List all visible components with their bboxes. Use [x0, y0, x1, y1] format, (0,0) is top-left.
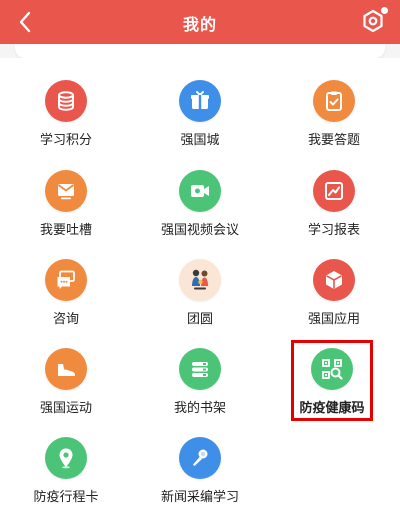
grid-item-label: 学习积分 [39, 133, 92, 148]
page-title: 我的 [182, 15, 217, 34]
sneaker-icon [45, 348, 87, 390]
family-icon [179, 259, 221, 301]
grid-item-label: 我要吐槽 [39, 223, 92, 238]
grid-item-label: 咨询 [52, 312, 79, 327]
cube-icon [313, 259, 355, 301]
clipboard-icon [313, 80, 355, 122]
grid-item-sports[interactable]: 强国运动 [6, 348, 126, 428]
grid-item-label: 我的书架 [173, 401, 226, 416]
grid-item-bookshelf[interactable]: 我的书架 [140, 348, 260, 428]
gift-box-icon [179, 80, 221, 122]
video-camera-icon [179, 170, 221, 212]
mail-icon [45, 170, 87, 212]
grid-item-label: 团圆 [186, 312, 213, 327]
qr-scan-icon [311, 348, 353, 390]
chart-icon [313, 170, 355, 212]
grid-item-label: 防疫健康码 [299, 401, 365, 416]
books-icon [179, 348, 221, 390]
notification-dot [381, 7, 388, 14]
grid-item-apps[interactable]: 强国应用 [274, 259, 394, 339]
grid-item-label: 我要答题 [307, 133, 360, 148]
settings-button[interactable] [358, 6, 388, 36]
microphone-icon [179, 437, 221, 479]
grid-item-label: 强国视频会议 [160, 223, 239, 238]
chat-icon [45, 259, 87, 301]
top-bar: 我的 [0, 0, 400, 44]
grid-item-quiz[interactable]: 我要答题 [274, 80, 394, 160]
grid-item-study-report[interactable]: 学习报表 [274, 170, 394, 250]
database-icon [45, 80, 87, 122]
grid-item-label: 防疫行程卡 [33, 490, 99, 505]
grid-item-label: 强国应用 [307, 312, 360, 327]
grid-item-label: 新闻采编学习 [160, 490, 239, 505]
grid-item-study-points[interactable]: 学习积分 [6, 80, 126, 160]
grid-item-trip-card[interactable]: 防疫行程卡 [6, 437, 126, 517]
grid-item-health-code[interactable]: 防疫健康码 [272, 348, 392, 428]
grid-item-label: 学习报表 [307, 223, 360, 238]
grid-item-reunion[interactable]: 团圆 [140, 259, 260, 339]
grid-item-label: 强国城 [180, 133, 220, 148]
grid-item-feedback[interactable]: 我要吐槽 [6, 170, 126, 250]
grid-item-news-learning[interactable]: 新闻采编学习 [140, 437, 260, 517]
location-pin-icon [45, 437, 87, 479]
grid-item-consult[interactable]: 咨询 [6, 259, 126, 339]
grid-item-mall[interactable]: 强国城 [140, 80, 260, 160]
grid-item-label: 强国运动 [39, 401, 92, 416]
grid-item-video-meeting[interactable]: 强国视频会议 [140, 170, 260, 250]
profile-card-edge [15, 44, 385, 58]
